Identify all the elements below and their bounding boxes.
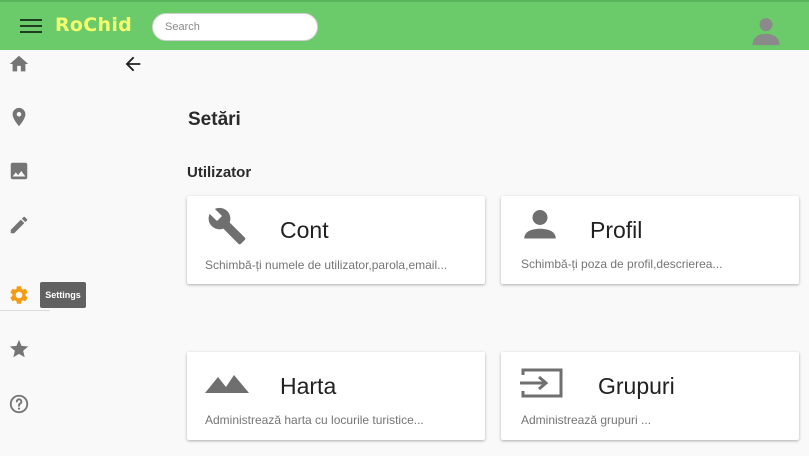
- hamburger-menu-icon[interactable]: [20, 16, 44, 36]
- help-circle-icon[interactable]: [8, 393, 30, 415]
- map-card-title: Harta: [280, 373, 337, 399]
- top-app-bar: RoChid: [0, 0, 809, 50]
- search-input[interactable]: [152, 13, 318, 41]
- section-title: Utilizator: [187, 164, 252, 181]
- image-icon[interactable]: [8, 160, 30, 182]
- groups-card-title: Grupuri: [598, 373, 675, 399]
- pencil-icon[interactable]: [8, 214, 30, 236]
- account-avatar-icon[interactable]: [749, 14, 783, 48]
- map-card-description: Administrează harta cu locurile turistic…: [205, 413, 424, 427]
- groups-card-description: Administrează grupuri ...: [521, 413, 652, 427]
- account-card-title: Cont: [280, 217, 329, 243]
- account-card[interactable]: Cont Schimbă-ți numele de utilizator,par…: [187, 196, 485, 284]
- profile-card-title: Profil: [590, 217, 643, 243]
- profile-card-description: Schimbă-ți poza de profil,descrierea...: [521, 257, 723, 271]
- settings-gear-icon[interactable]: [8, 284, 30, 306]
- app-brand[interactable]: RoChid: [55, 14, 132, 36]
- map-card[interactable]: Harta Administrează harta cu locurile tu…: [187, 352, 485, 440]
- back-arrow-icon[interactable]: [122, 53, 144, 75]
- person-icon: [524, 210, 556, 239]
- location-pin-icon[interactable]: [8, 106, 30, 128]
- wrench-icon: [208, 207, 246, 245]
- mountains-icon: [205, 375, 249, 393]
- settings-tooltip: Settings: [40, 282, 86, 308]
- side-navigation: [0, 50, 50, 456]
- home-icon[interactable]: [8, 53, 30, 75]
- group-input-icon: [520, 368, 563, 398]
- groups-card[interactable]: Grupuri Administrează grupuri ...: [501, 352, 799, 440]
- account-card-description: Schimbă-ți numele de utilizator,parola,e…: [205, 258, 448, 272]
- star-icon[interactable]: [8, 338, 30, 360]
- profile-card[interactable]: Profil Schimbă-ți poza de profil,descrie…: [501, 196, 799, 284]
- page-title: Setări: [188, 109, 241, 130]
- sidebar-divider: [0, 310, 50, 311]
